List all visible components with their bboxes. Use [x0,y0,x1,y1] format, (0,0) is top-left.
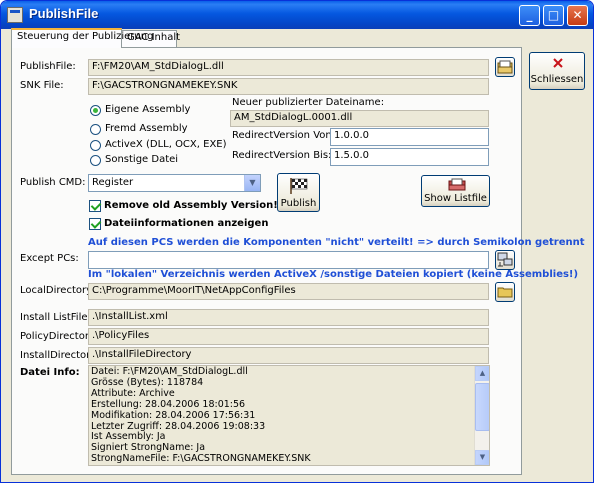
policy-directory-label: PolicyDirectory: [20,331,98,342]
local-directory-note: Im "lokalen" Verzeichnis werden ActiveX … [88,269,579,280]
schliessen-label: Schliessen [530,74,584,85]
folder-icon [497,287,513,298]
radio-sonstige-datei-label: Sonstige Datei [105,154,179,165]
publish-cmd-label: Publish CMD: [20,177,86,188]
tab-steuerung[interactable]: Steuerung der Publizierung [11,28,153,48]
close-window-button[interactable]: ✕ [567,5,588,26]
datei-info-textarea[interactable]: Datei: F:\FM20\AM_StdDialogL.dll Grösse … [88,365,490,466]
radio-fremd-assembly[interactable] [90,124,101,135]
remove-old-version-label: Remove old Assembly Version! [104,200,278,211]
radio-eigene-assembly-label: Eigene Assembly [105,104,191,115]
publishfile-field[interactable]: F:\FM20\AM_StdDialogL.dll [88,59,489,76]
snk-file-label: SNK File: [20,80,64,91]
datei-info-line: Modifikation: 28.04.2006 17:56:31 [91,409,256,421]
radio-eigene-assembly[interactable] [90,105,101,116]
redirect-bis-input[interactable]: 1.5.0.0 [330,148,489,166]
datei-info-line: Erstellung: 28.04.2006 18:01:56 [91,398,246,410]
maximize-button[interactable]: □ [543,5,564,26]
radio-activex[interactable] [90,140,101,151]
publishfile-window: PublishFile _ □ ✕ Steuerung der Publizie… [0,0,594,483]
except-pcs-label: Except PCs: [20,253,79,264]
tab-panel-steuerung: PublishFile: F:\FM20\AM_StdDialogL.dll S… [11,47,585,475]
local-directory-field[interactable]: C:\Programme\MoorIT\NetAppConfigFiles [88,283,489,300]
datei-info-label: Datei Info: [20,367,80,378]
policy-directory-field[interactable]: .\PolicyFiles [88,328,489,345]
checkered-flag-icon [290,178,308,194]
snk-browse-button[interactable] [495,57,515,77]
scroll-up-icon[interactable]: ▲ [475,366,489,381]
red-x-icon [553,58,563,68]
dateiinformationen-label: Dateiinformationen anzeigen [104,218,269,229]
install-listfile-label: Install ListFile: [20,312,91,323]
radio-activex-label: ActiveX (DLL, OCX, EXE) [105,139,227,150]
redirect-von-label: RedirectVersion Von: [232,130,336,141]
install-listfile-field[interactable]: .\InstallList.xml [88,309,489,326]
publishfile-label: PublishFile: [20,61,76,72]
snk-file-field[interactable]: F:\GACSTRONGNAMEKEY.SNK [88,78,489,95]
remove-old-version-checkbox[interactable] [89,200,101,212]
radio-sonstige-datei[interactable] [90,155,101,166]
except-pcs-input[interactable] [88,251,489,269]
except-pcs-note: Auf diesen PCS werden die Komponenten "n… [88,237,585,248]
publish-cmd-select[interactable]: Register ▼ [88,174,261,192]
chevron-down-icon[interactable]: ▼ [244,175,260,191]
open-folder-icon [448,178,466,191]
scroll-thumb[interactable] [475,383,489,431]
open-folder-icon [497,60,513,74]
show-listfile-label: Show Listfile [424,193,487,204]
computer-network-icon [497,252,513,267]
scroll-down-icon[interactable]: ▼ [475,450,489,465]
radio-fremd-assembly-label: Fremd Assembly [105,123,188,134]
dateiinformationen-checkbox[interactable] [89,218,101,230]
publish-button-label: Publish [280,198,317,209]
minimize-button[interactable]: _ [519,5,540,26]
local-directory-label: LocalDirectory: [20,285,95,296]
schliessen-button[interactable]: Schliessen [529,52,585,90]
install-directory-field[interactable]: .\InstallFileDirectory [88,347,489,364]
except-pcs-button[interactable] [495,250,515,270]
show-listfile-button[interactable]: Show Listfile [421,175,490,207]
redirect-von-input[interactable]: 1.0.0.0 [330,128,489,146]
datei-info-scrollbar[interactable]: ▲ ▼ [474,366,489,465]
datei-info-lines: Datei: F:\FM20\AM_StdDialogL.dll Grösse … [91,366,311,465]
publish-cmd-value: Register [92,177,134,188]
local-directory-browse-button[interactable] [495,282,515,302]
title-bar[interactable]: PublishFile _ □ ✕ [1,1,593,29]
window-title: PublishFile [29,6,99,21]
redirect-bis-label: RedirectVersion Bis: [232,150,332,161]
published-filename-heading: Neuer publizierter Dateiname: [232,97,385,108]
published-filename-field[interactable]: AM_StdDialogL.0001.dll [230,110,489,127]
app-window-icon [7,7,23,23]
publish-button[interactable]: Publish [277,173,320,212]
datei-info-line: StrongNameFile: F:\GACSTRONGNAMEKEY.SNK [91,453,311,465]
